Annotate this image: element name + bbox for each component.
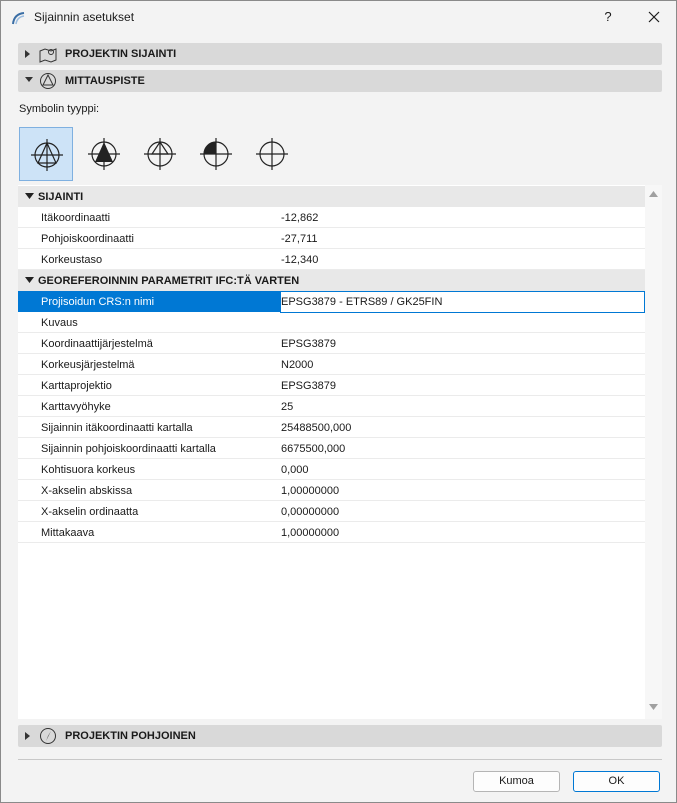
property-value[interactable]: -12,340 (281, 254, 318, 266)
property-value[interactable]: 1,00000000 (281, 485, 339, 497)
location-settings-dialog: Sijainnin asetukset ? PROJEKTIN SIJAINTI… (0, 0, 677, 803)
property-value[interactable]: 25 (281, 401, 293, 413)
scroll-down-icon[interactable] (649, 704, 658, 711)
property-row[interactable]: Sijainnin pohjoiskoordinaatti kartalla 6… (18, 438, 645, 459)
property-value[interactable]: 6675500,000 (281, 443, 345, 455)
section-title: PROJEKTIN SIJAINTI (65, 48, 177, 60)
survey-point-icon (40, 73, 56, 89)
survey-symbol-e-icon (256, 138, 288, 170)
property-value[interactable]: 0,00000000 (281, 506, 339, 518)
properties-panel: SIJAINTI Itäkoordinaatti -12,862 Pohjois… (18, 185, 662, 719)
property-value[interactable]: 0,000 (281, 464, 309, 476)
property-name: X-akselin abskissa (41, 485, 133, 497)
collapse-icon (25, 193, 34, 199)
help-button[interactable]: ? (592, 4, 624, 30)
collapse-icon (25, 77, 33, 82)
survey-symbol-c-icon (144, 138, 176, 170)
property-name: Koordinaattijärjestelmä (41, 338, 153, 350)
property-value[interactable]: 1,00000000 (281, 527, 339, 539)
symbol-option-1[interactable] (19, 127, 73, 181)
property-name: Korkeustaso (41, 254, 103, 266)
property-row[interactable]: Korkeusjärjestelmä N2000 (18, 354, 645, 375)
section-title: PROJEKTIN POHJOINEN (65, 730, 196, 742)
symbol-option-2[interactable] (77, 127, 131, 181)
property-value[interactable]: -12,862 (281, 212, 318, 224)
collapse-icon (25, 277, 34, 283)
property-row-selected[interactable]: Projisoidun CRS:n nimi EPSG3879 - ETRS89… (18, 291, 645, 313)
property-name: Kuvaus (41, 317, 78, 329)
close-button[interactable] (638, 4, 670, 30)
property-value[interactable]: 25488500,000 (281, 422, 351, 434)
property-row[interactable]: Kohtisuora korkeus 0,000 (18, 459, 645, 480)
property-name: Pohjoiskoordinaatti (41, 233, 134, 245)
group-georef-header[interactable]: GEOREFEROINNIN PARAMETRIT IFC:TÄ VARTEN (18, 270, 645, 291)
property-name: Karttaprojektio (41, 380, 112, 392)
survey-symbol-a-icon (31, 139, 63, 171)
property-value[interactable]: EPSG3879 (281, 338, 336, 350)
property-row[interactable]: Sijainnin itäkoordinaatti kartalla 25488… (18, 417, 645, 438)
property-row[interactable]: X-akselin abskissa 1,00000000 (18, 480, 645, 501)
property-row[interactable]: Karttaprojektio EPSG3879 (18, 375, 645, 396)
cancel-button[interactable]: Kumoa (473, 771, 560, 792)
survey-symbol-b-icon (88, 138, 120, 170)
expand-icon (25, 50, 30, 58)
window-title: Sijainnin asetukset (34, 10, 135, 24)
property-row[interactable]: X-akselin ordinaatta 0,00000000 (18, 501, 645, 522)
compass-icon (40, 728, 56, 744)
property-row[interactable]: Koordinaattijärjestelmä EPSG3879 (18, 333, 645, 354)
property-name: Korkeusjärjestelmä (41, 359, 135, 371)
section-title: MITTAUSPISTE (65, 75, 145, 87)
property-value[interactable]: N2000 (281, 359, 313, 371)
property-row[interactable]: Kuvaus (18, 312, 645, 333)
symbol-option-3[interactable] (133, 127, 187, 181)
property-row[interactable]: Itäkoordinaatti -12,862 (18, 207, 645, 228)
symbol-type-chooser (19, 127, 319, 181)
app-icon (12, 12, 25, 25)
help-icon: ? (604, 9, 612, 24)
footer-divider (18, 759, 662, 760)
property-name: Projisoidun CRS:n nimi (41, 296, 155, 308)
property-value[interactable]: EPSG3879 - ETRS89 / GK25FIN (281, 296, 442, 308)
property-name: X-akselin ordinaatta (41, 506, 139, 518)
property-row[interactable]: Mittakaava 1,00000000 (18, 522, 645, 543)
expand-icon (25, 732, 30, 740)
map-pin-icon (39, 48, 57, 63)
property-name: Karttavyöhyke (41, 401, 111, 413)
symbol-option-4[interactable] (189, 127, 243, 181)
property-name: Kohtisuora korkeus (41, 464, 136, 476)
property-row[interactable]: Korkeustaso -12,340 (18, 249, 645, 270)
section-survey-point[interactable]: MITTAUSPISTE (18, 70, 662, 92)
close-icon (648, 11, 660, 23)
property-value[interactable]: EPSG3879 (281, 380, 336, 392)
property-row[interactable]: Pohjoiskoordinaatti -27,711 (18, 228, 645, 249)
property-name: Sijainnin pohjoiskoordinaatti kartalla (41, 443, 216, 455)
scroll-up-icon[interactable] (649, 191, 658, 198)
property-row[interactable]: Karttavyöhyke 25 (18, 396, 645, 417)
property-name: Mittakaava (41, 527, 95, 539)
symbol-type-label: Symbolin tyyppi: (19, 103, 100, 115)
section-project-north[interactable]: PROJEKTIN POHJOINEN (18, 725, 662, 747)
section-project-location[interactable]: PROJEKTIN SIJAINTI (18, 43, 662, 65)
vertical-scrollbar[interactable] (645, 185, 662, 719)
symbol-option-5[interactable] (245, 127, 299, 181)
property-value[interactable]: -27,711 (281, 233, 318, 245)
group-title: SIJAINTI (38, 191, 84, 203)
group-title: GEOREFEROINNIN PARAMETRIT IFC:TÄ VARTEN (38, 275, 300, 287)
survey-symbol-d-icon (200, 138, 232, 170)
ok-button[interactable]: OK (573, 771, 660, 792)
group-location-header[interactable]: SIJAINTI (18, 186, 645, 207)
title-bar: Sijainnin asetukset ? (1, 1, 676, 34)
property-name: Sijainnin itäkoordinaatti kartalla (41, 422, 193, 434)
property-name: Itäkoordinaatti (41, 212, 111, 224)
